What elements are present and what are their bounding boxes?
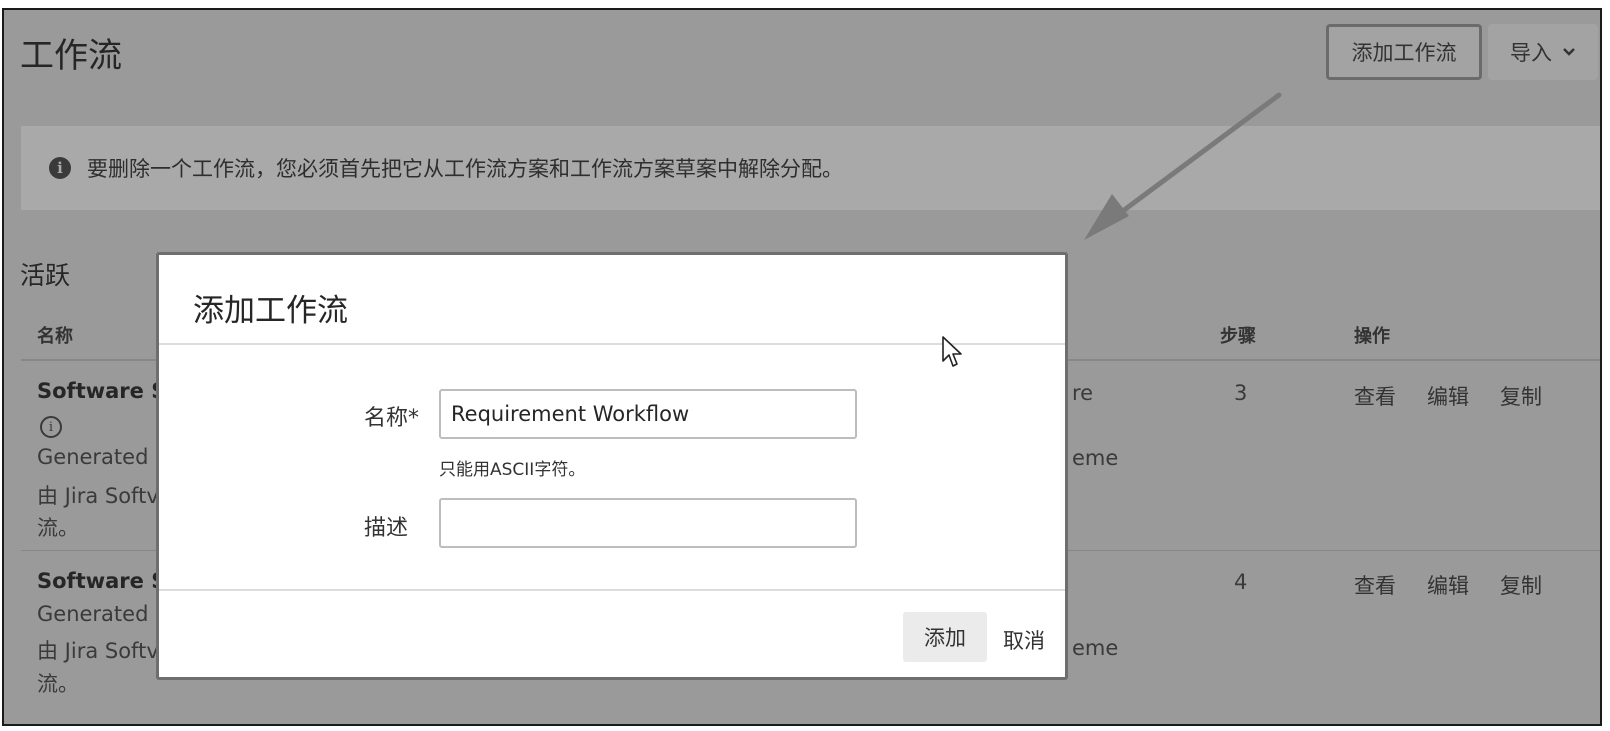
screenshot-frame: 工作流 添加工作流 导入 i 要删除一个工作流，您必须首先把它从工作流方案和工作… (2, 8, 1602, 726)
cancel-link[interactable]: 取消 (1003, 625, 1045, 655)
workflow-description-line: 流。 (37, 516, 79, 540)
view-link[interactable]: 查看 (1354, 381, 1396, 411)
add-button[interactable]: 添加 (903, 612, 987, 662)
name-field-hint: 只能用ASCII字符。 (439, 460, 586, 480)
workflow-steps: 3 (1234, 381, 1248, 405)
add-workflow-button[interactable]: 添加工作流 (1326, 24, 1482, 80)
dialog-header-divider (159, 343, 1065, 345)
copy-link[interactable]: 复制 (1500, 381, 1542, 411)
workflow-scheme-text: eme (1072, 446, 1119, 470)
info-message: 要删除一个工作流，您必须首先把它从工作流方案和工作流方案草案中解除分配。 (87, 157, 843, 181)
info-outline-icon[interactable]: i (40, 416, 62, 438)
import-label: 导入 (1510, 41, 1552, 65)
description-input[interactable] (439, 498, 857, 548)
import-dropdown-button[interactable]: 导入 (1488, 24, 1598, 80)
chevron-down-icon (1563, 48, 1575, 56)
edit-link[interactable]: 编辑 (1427, 381, 1469, 411)
workflow-name[interactable]: Software S (37, 379, 166, 403)
workflow-description-line: Generated l (37, 445, 161, 469)
edit-link[interactable]: 编辑 (1427, 570, 1469, 600)
workflow-name[interactable]: Software S (37, 569, 166, 593)
workflow-description-line: 流。 (37, 672, 79, 696)
view-link[interactable]: 查看 (1354, 570, 1396, 600)
workflow-scheme-text: eme (1072, 636, 1119, 660)
dialog-title: 添加工作流 (193, 293, 348, 329)
workflow-description-line: 由 Jira Softv (37, 484, 159, 508)
workflow-scheme-text: re (1072, 381, 1094, 405)
info-icon: i (49, 157, 71, 179)
annotation-arrow-icon (1084, 92, 1282, 240)
workflow-steps: 4 (1234, 570, 1248, 594)
column-header-name: 名称 (37, 326, 73, 347)
column-header-steps: 步骤 (1220, 326, 1256, 347)
workflow-description-line: 由 Jira Softv (37, 639, 159, 663)
description-field-label: 描述 (364, 516, 409, 541)
page-title: 工作流 (20, 36, 122, 76)
column-header-actions: 操作 (1354, 326, 1390, 347)
add-workflow-dialog: 添加工作流 名称* 只能用ASCII字符。 描述 添加 取消 (156, 252, 1068, 680)
name-field-label: 名称* (364, 406, 420, 431)
workflow-description-line: Generated l (37, 602, 161, 626)
name-input[interactable] (439, 389, 857, 439)
mouse-cursor-icon (942, 336, 962, 367)
copy-link[interactable]: 复制 (1500, 570, 1542, 600)
section-heading-active: 活跃 (20, 261, 71, 290)
dialog-footer-divider (159, 589, 1065, 591)
info-banner: i 要删除一个工作流，您必须首先把它从工作流方案和工作流方案草案中解除分配。 (21, 126, 1600, 210)
